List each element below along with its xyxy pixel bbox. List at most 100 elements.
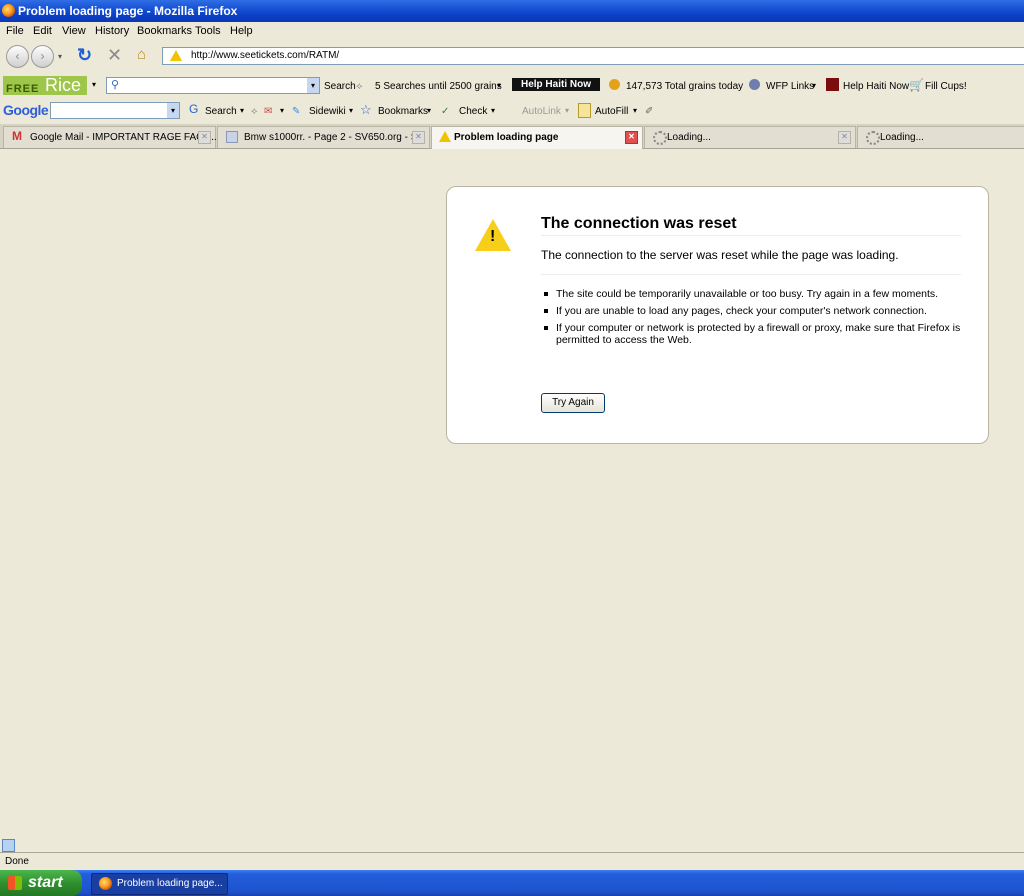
fill-cups-link[interactable]: Fill Cups! bbox=[925, 81, 967, 92]
history-dropdown-icon[interactable]: ▾ bbox=[58, 52, 62, 61]
chevron-down-icon[interactable]: ▾ bbox=[167, 103, 179, 118]
gmail-icon: M bbox=[12, 129, 22, 143]
stop-icon[interactable]: ✕ bbox=[107, 45, 122, 66]
bookmarks-dropdown-icon[interactable]: ▾ bbox=[427, 106, 431, 115]
error-suggestions: The site could be temporarily unavailabl… bbox=[541, 288, 961, 351]
suggestion-item: If you are unable to load any pages, che… bbox=[541, 305, 961, 317]
tab-label: Bmw s1000rr. - Page 2 - SV650.org - S... bbox=[244, 132, 426, 143]
taskbar-item-label: Problem loading page... bbox=[117, 878, 223, 889]
forward-button[interactable]: › bbox=[31, 45, 54, 68]
haiti-flag-icon bbox=[826, 78, 839, 91]
menu-help[interactable]: Help bbox=[230, 25, 253, 37]
bookmarks-button[interactable]: Bookmarks bbox=[378, 106, 428, 117]
tab-close-button[interactable]: ✕ bbox=[625, 131, 638, 144]
help-haiti-link[interactable]: Help Haiti Now bbox=[843, 81, 909, 92]
window-title: Problem loading page - Mozilla Firefox bbox=[18, 4, 238, 18]
error-description: The connection to the server was reset w… bbox=[541, 248, 899, 262]
freerice-searches-dropdown-icon[interactable]: ▾ bbox=[497, 81, 501, 90]
url-text: http://www.seetickets.com/RATM/ bbox=[191, 50, 340, 61]
try-again-button[interactable]: Try Again bbox=[541, 393, 605, 413]
star-icon: ☆ bbox=[360, 102, 372, 117]
popup-dropdown-icon[interactable]: ▾ bbox=[280, 106, 284, 115]
wfp-links[interactable]: WFP Links bbox=[766, 81, 814, 92]
tab-problem-loading[interactable]: Problem loading page ✕ bbox=[431, 126, 643, 149]
menu-tools[interactable]: Tools bbox=[195, 25, 221, 37]
warning-icon bbox=[439, 131, 451, 142]
divider bbox=[541, 235, 961, 236]
tab-close-button[interactable]: ✕ bbox=[198, 131, 211, 144]
reload-icon[interactable]: ↻ bbox=[77, 45, 92, 66]
wfp-dropdown-icon[interactable]: ▾ bbox=[812, 81, 816, 90]
autofill-button[interactable]: AutoFill bbox=[595, 106, 628, 117]
url-bar[interactable]: http://www.seetickets.com/RATM/ bbox=[162, 47, 1024, 65]
spellcheck-icon: ✓ bbox=[441, 106, 450, 117]
warning-icon bbox=[170, 50, 182, 61]
check-button[interactable]: Check bbox=[459, 106, 487, 117]
google-logo[interactable]: Google bbox=[3, 102, 49, 118]
taskbar-firefox-item[interactable]: Problem loading page... bbox=[91, 873, 228, 895]
home-icon[interactable]: ⌂ bbox=[137, 46, 146, 63]
menu-bar: File Edit View History Bookmarks Tools H… bbox=[0, 22, 1024, 39]
settings-wrench-icon[interactable]: ✐ bbox=[645, 106, 653, 117]
chevron-down-icon[interactable]: ▾ bbox=[307, 78, 319, 93]
loading-spinner-icon bbox=[653, 131, 667, 145]
suggestion-item: The site could be temporarily unavailabl… bbox=[541, 288, 961, 300]
suggestion-item: If your computer or network is protected… bbox=[541, 322, 961, 346]
exclamation-icon: ! bbox=[490, 228, 496, 245]
menu-history[interactable]: History bbox=[95, 25, 129, 37]
sidewiki-dropdown-icon[interactable]: ▾ bbox=[349, 106, 353, 115]
google-g-icon: G bbox=[189, 102, 199, 116]
tab-label: Google Mail - IMPORTANT RAGE FACT... bbox=[30, 132, 217, 143]
check-dropdown-icon[interactable]: ▾ bbox=[491, 106, 495, 115]
help-haiti-badge[interactable]: Help Haiti Now bbox=[512, 78, 600, 91]
tab-google-mail[interactable]: M Google Mail - IMPORTANT RAGE FACT... ✕ bbox=[3, 126, 217, 148]
firefox-icon bbox=[2, 4, 15, 17]
popup-blocker-icon[interactable]: ✉ bbox=[264, 106, 272, 117]
menu-bookmarks[interactable]: Bookmarks bbox=[137, 25, 192, 37]
search-dropdown-icon[interactable]: ▾ bbox=[240, 106, 244, 115]
autofill-dropdown-icon[interactable]: ▾ bbox=[633, 106, 637, 115]
start-label: start bbox=[28, 874, 63, 891]
error-title: The connection was reset bbox=[541, 215, 737, 232]
loading-spinner-icon bbox=[866, 131, 880, 145]
tab-label: Problem loading page bbox=[454, 132, 559, 143]
autolink-button[interactable]: AutoLink bbox=[522, 106, 561, 117]
freerice-toolbar: FREE Rice ▾ ⚲ ▾ Search ⟡ 5 Searches unti… bbox=[0, 73, 1024, 98]
tab-label: Loading... bbox=[880, 132, 924, 143]
tab-close-button[interactable]: ✕ bbox=[838, 131, 851, 144]
separator-icon: ⟡ bbox=[251, 106, 258, 117]
freerice-menu-icon[interactable]: ▾ bbox=[92, 80, 96, 89]
freerice-search-input[interactable]: ⚲ ▾ bbox=[106, 77, 320, 94]
grains-total: 147,573 Total grains today bbox=[626, 81, 744, 92]
menu-file[interactable]: File bbox=[6, 25, 24, 37]
tab-loading-1[interactable]: Loading... ✕ bbox=[644, 126, 856, 148]
freerice-searches-until: 5 Searches until 2500 grains bbox=[375, 81, 502, 92]
autolink-dropdown-icon[interactable]: ▾ bbox=[565, 106, 569, 115]
divider bbox=[541, 274, 961, 275]
freerice-logo[interactable]: FREE Rice bbox=[3, 75, 87, 95]
back-button[interactable]: ‹ bbox=[6, 45, 29, 68]
wfp-icon bbox=[749, 79, 760, 90]
sidewiki-button[interactable]: Sidewiki bbox=[309, 106, 346, 117]
status-edit-icon[interactable] bbox=[2, 839, 15, 852]
error-container: ! The connection was reset The connectio… bbox=[446, 186, 989, 444]
status-bar: Done bbox=[0, 852, 1024, 871]
navigation-toolbar: ‹ › ▾ ↻ ✕ ⌂ http://www.seetickets.com/RA… bbox=[0, 39, 1024, 73]
menu-edit[interactable]: Edit bbox=[33, 25, 52, 37]
sidewiki-icon: ✎ bbox=[292, 106, 301, 117]
tab-bmw-sv650[interactable]: Bmw s1000rr. - Page 2 - SV650.org - S...… bbox=[217, 126, 430, 148]
menu-view[interactable]: View bbox=[62, 25, 86, 37]
freerice-search-button[interactable]: Search bbox=[324, 81, 356, 92]
autofill-icon bbox=[578, 103, 591, 118]
page-icon bbox=[226, 131, 238, 143]
google-search-input[interactable]: ▾ bbox=[50, 102, 180, 119]
magnifier-icon: ⚲ bbox=[111, 79, 120, 91]
tab-bar: M Google Mail - IMPORTANT RAGE FACT... ✕… bbox=[0, 124, 1024, 149]
google-search-button[interactable]: Search bbox=[205, 106, 237, 117]
freerice-logo-rice: Rice bbox=[45, 75, 82, 95]
firefox-icon bbox=[99, 877, 112, 890]
window-title-bar[interactable]: Problem loading page - Mozilla Firefox bbox=[0, 0, 1024, 22]
start-button[interactable]: start bbox=[0, 870, 82, 896]
tab-loading-2[interactable]: Loading... bbox=[857, 126, 1024, 148]
tab-close-button[interactable]: ✕ bbox=[412, 131, 425, 144]
